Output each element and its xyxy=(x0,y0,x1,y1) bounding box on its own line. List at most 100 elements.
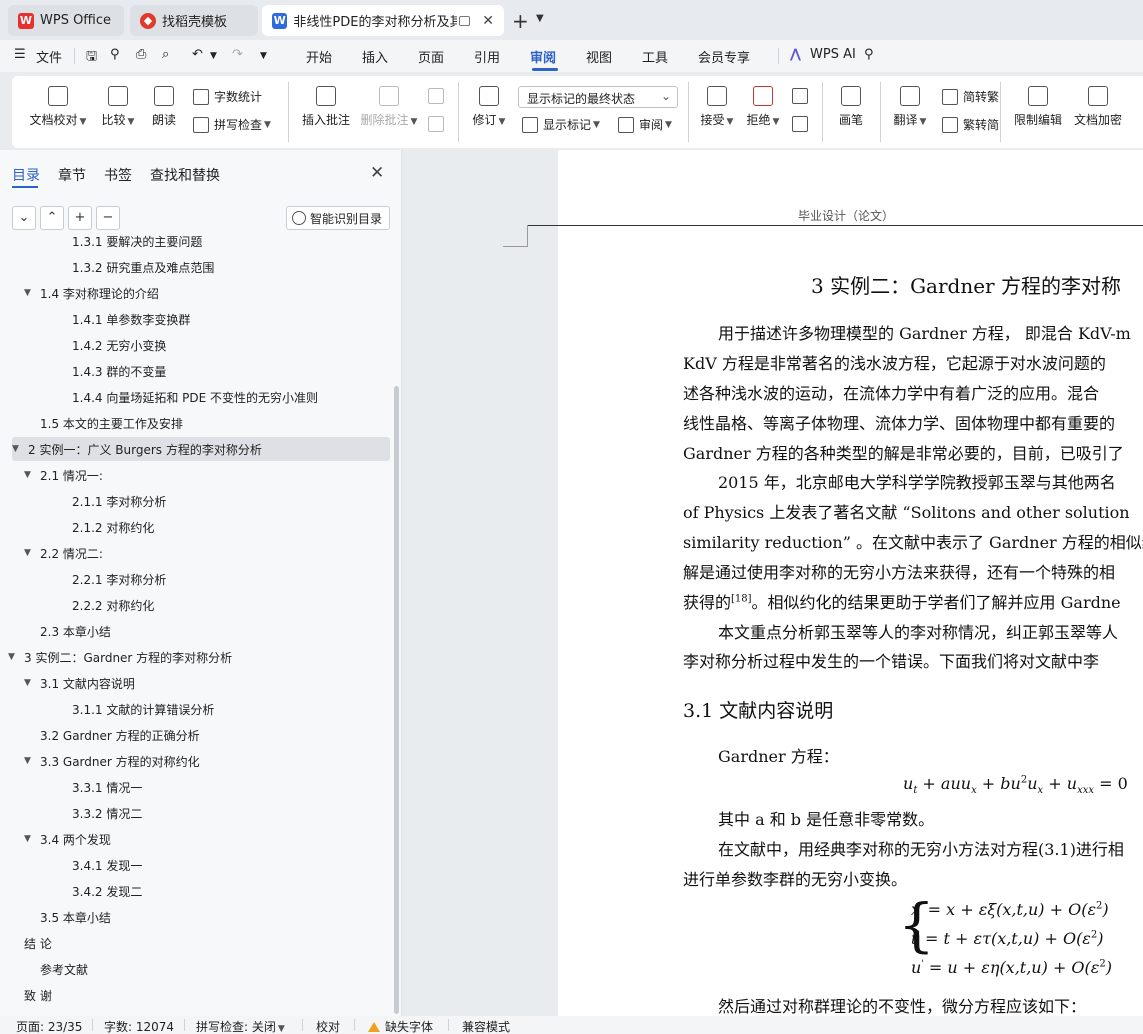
spell-check-button[interactable]: 拼写检查 ▼ xyxy=(193,116,271,133)
toc-item[interactable]: 3.4.2 发现二 xyxy=(72,879,142,903)
menu-view[interactable]: 视图 xyxy=(586,47,612,66)
nav-tab-bookmarks[interactable]: 书签 xyxy=(104,165,132,185)
collapse-up-button[interactable]: ⌃ xyxy=(40,206,64,230)
toc-item[interactable]: 1.4.2 无穷小变换 xyxy=(72,333,166,357)
markup-state-select[interactable]: 显示标记的最终状态 ⌄ xyxy=(518,86,678,108)
toc-item[interactable]: 3.3.1 情况一 xyxy=(72,775,142,799)
read-aloud-button[interactable]: 朗读 xyxy=(146,86,182,128)
nav-tab-chapters[interactable]: 章节 xyxy=(58,165,86,185)
window-icon[interactable] xyxy=(458,15,471,26)
chevron-down-icon[interactable]: ▼ xyxy=(536,13,544,24)
toc-item[interactable]: 1.4.4 向量场延拓和 PDE 不变性的无穷小准则 xyxy=(72,385,318,409)
review-pane-button[interactable]: 审阅 ▼ xyxy=(618,116,672,133)
encrypt-button[interactable]: 文档加密 xyxy=(1072,86,1124,128)
next-change-button[interactable] xyxy=(792,116,813,132)
missing-font-status[interactable]: 缺失字体 xyxy=(368,1018,433,1034)
toc-item[interactable]: 1.4.1 单参数李变换群 xyxy=(72,307,190,331)
expand-toggle-icon[interactable]: ▼ xyxy=(24,756,32,766)
compare-button[interactable]: 比较 ▼ xyxy=(96,86,140,128)
toc-item[interactable]: 3.1.1 文献的计算错误分析 xyxy=(72,697,214,721)
toc-item[interactable]: ▼ 1.4 李对称理论的介绍 xyxy=(24,281,159,305)
nav-tab-toc[interactable]: 目录 xyxy=(12,165,40,185)
undo-dropdown-icon[interactable]: ▼ xyxy=(210,51,217,61)
menu-page[interactable]: 页面 xyxy=(418,47,444,66)
save-icon[interactable]: 🖫 xyxy=(86,47,97,69)
restrict-edit-button[interactable]: 限制编辑 xyxy=(1012,86,1064,128)
toc-item[interactable]: 1.5 本文的主要工作及安排 xyxy=(40,411,183,435)
revise-button[interactable]: 修订 ▼ xyxy=(470,86,508,128)
menu-member[interactable]: 会员专享 xyxy=(698,47,750,66)
show-markup-button[interactable]: 显示标记 ▼ xyxy=(522,116,600,133)
word-count-button[interactable]: 字数统计 xyxy=(193,88,262,105)
share-icon[interactable]: ⚲ xyxy=(110,47,120,62)
to-simplified-button[interactable]: 繁转简 xyxy=(942,116,999,133)
expand-toggle-icon[interactable]: ▼ xyxy=(12,444,20,454)
menu-home[interactable]: 开始 xyxy=(306,47,332,66)
hamburger-icon[interactable]: ☰ xyxy=(14,47,26,62)
new-tab-plus-icon[interactable]: + xyxy=(512,9,529,33)
next-comment-button[interactable] xyxy=(428,116,449,132)
print-icon[interactable]: ⎙ xyxy=(136,47,146,62)
nav-tab-find-replace[interactable]: 查找和替换 xyxy=(150,165,220,185)
toc-item[interactable]: 2.3 本章小结 xyxy=(40,619,111,643)
accept-button[interactable]: 接受 ▼ xyxy=(698,86,736,128)
redo-icon[interactable]: ↷ xyxy=(232,47,243,62)
spell-check-status[interactable]: 拼写检查: 关闭 ▼ xyxy=(196,1018,285,1034)
toc-item[interactable]: 1.3.1 要解决的主要问题 xyxy=(72,229,202,253)
toc-item[interactable]: 2.2.1 李对称分析 xyxy=(72,567,166,591)
search-icon[interactable]: ⚲ xyxy=(864,47,874,62)
toc-item[interactable]: ▼ 2 实例一：广义 Burgers 方程的李对称分析 xyxy=(12,437,390,461)
insert-comment-button[interactable]: 插入批注 xyxy=(298,86,354,128)
add-heading-button[interactable]: + xyxy=(68,206,92,230)
translate-button[interactable]: 翻译 ▼ xyxy=(892,86,928,128)
toc-item[interactable]: 2.2.2 对称约化 xyxy=(72,593,154,617)
reject-button[interactable]: 拒绝 ▼ xyxy=(744,86,782,128)
remove-heading-button[interactable]: − xyxy=(96,206,120,230)
toc-item[interactable]: ▼ 3.1 文献内容说明 xyxy=(24,671,135,695)
expand-toggle-icon[interactable]: ▼ xyxy=(24,548,32,558)
smart-toc-button[interactable]: 智能识别目录 xyxy=(286,206,390,230)
close-tab-icon[interactable]: ✕ xyxy=(482,13,494,29)
toc-item[interactable]: 2.1.1 李对称分析 xyxy=(72,489,166,513)
to-traditional-button[interactable]: 简转繁 xyxy=(942,88,999,105)
pen-button[interactable]: 画笔 xyxy=(834,86,868,128)
toc-item[interactable]: 2.1.2 对称约化 xyxy=(72,515,154,539)
tab-current-document[interactable]: W 非线性PDE的李对称分析及其 ✕ xyxy=(262,5,504,36)
delete-comment-button[interactable]: 删除批注 ▼ xyxy=(360,86,418,128)
citation[interactable]: [18] xyxy=(731,594,752,605)
prev-comment-button[interactable] xyxy=(428,88,449,104)
expand-toggle-icon[interactable]: ▼ xyxy=(24,678,32,688)
toc-item[interactable]: 3.3.2 情况二 xyxy=(72,801,142,825)
menu-file[interactable]: 文件 xyxy=(36,47,62,66)
expand-toggle-icon[interactable]: ▼ xyxy=(8,652,16,662)
word-count-indicator[interactable]: 字数: 12074 xyxy=(104,1018,174,1034)
proof-status[interactable]: 校对 xyxy=(316,1018,340,1034)
toc-item[interactable]: ▼ 3 实例二：Gardner 方程的李对称分析 xyxy=(8,645,232,669)
toc-item[interactable]: ▼ 2.2 情况二: xyxy=(24,541,103,565)
toc-item[interactable]: 1.3.2 研究重点及难点范围 xyxy=(72,255,214,279)
tab-daoke-templates[interactable]: ◆ 找稻壳模板 xyxy=(130,5,258,36)
menu-wps-ai[interactable]: WPS AI xyxy=(810,47,856,62)
expand-toggle-icon[interactable]: ▼ xyxy=(24,834,32,844)
toc-item[interactable]: 3.5 本章小结 xyxy=(40,905,111,929)
expand-toggle-icon[interactable]: ▼ xyxy=(24,470,32,480)
more-dropdown-icon[interactable]: ▼ xyxy=(260,51,267,61)
menu-insert[interactable]: 插入 xyxy=(362,47,388,66)
expand-down-button[interactable]: ⌄ xyxy=(12,206,36,230)
wps-ai-icon[interactable]: ⋀ xyxy=(790,47,801,62)
print-preview-icon[interactable]: ⌕ xyxy=(162,47,169,62)
menu-review[interactable]: 审阅 xyxy=(530,47,556,66)
expand-toggle-icon[interactable]: ▼ xyxy=(24,288,32,298)
toc-item[interactable]: 1.4.3 群的不变量 xyxy=(72,359,166,383)
prev-change-button[interactable] xyxy=(792,88,813,104)
toc-item[interactable]: 致 谢 xyxy=(24,983,52,1007)
close-icon[interactable]: ✕ xyxy=(370,163,384,183)
toc-item[interactable]: 3.2 Gardner 方程的正确分析 xyxy=(40,723,200,747)
toc-item[interactable]: 参考文献 xyxy=(40,957,88,981)
page-indicator[interactable]: 页面: 23/35 xyxy=(16,1018,82,1034)
undo-icon[interactable]: ↶ xyxy=(192,47,203,62)
toc-item[interactable]: 3.4.1 发现一 xyxy=(72,853,142,877)
toc-item[interactable]: ▼ 2.1 情况一: xyxy=(24,463,103,487)
tab-wps-office[interactable]: W WPS Office xyxy=(8,5,124,36)
toc-scrollbar[interactable] xyxy=(394,386,399,1014)
